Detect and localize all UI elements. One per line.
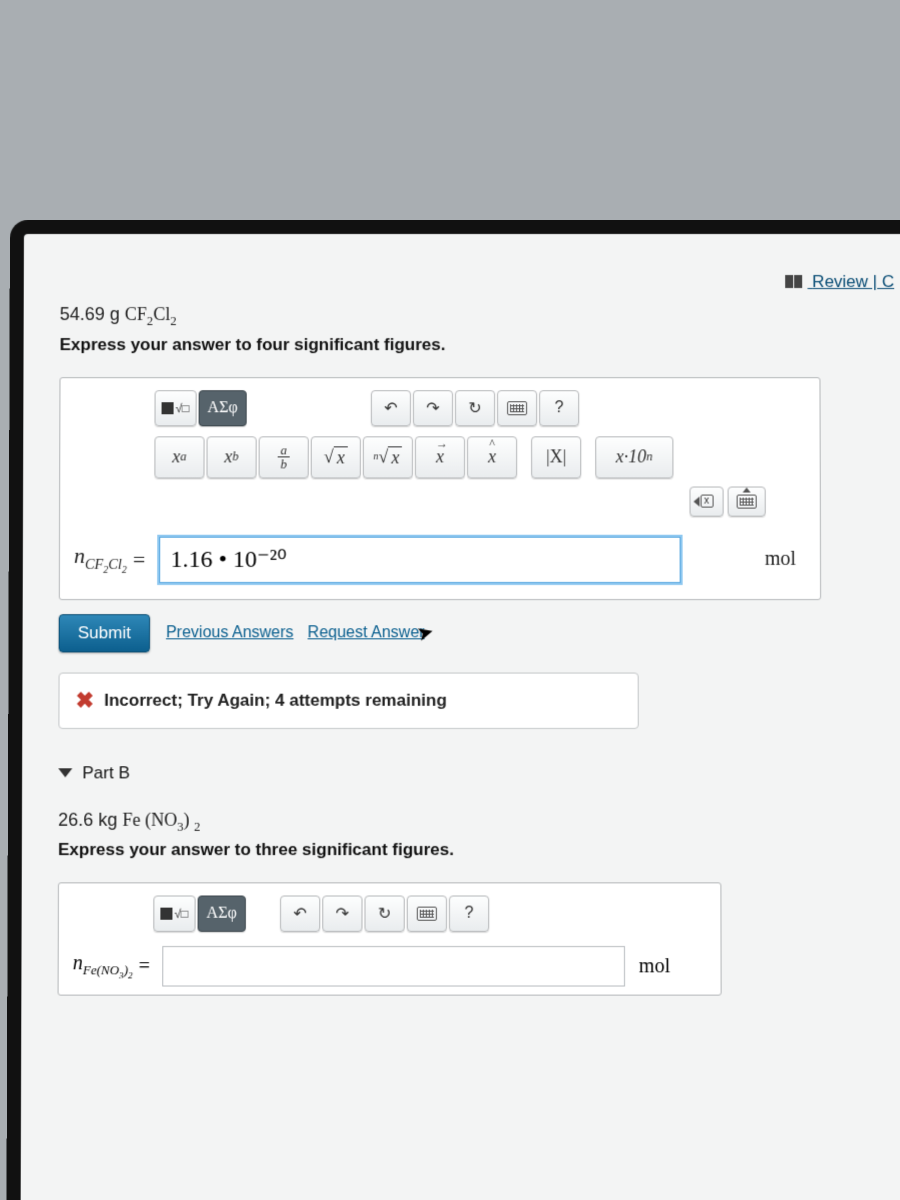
feedback-text: Incorrect; Try Again; 4 attempts remaini… [104,690,447,710]
backspace-button[interactable]: x [689,486,723,516]
request-answer-link[interactable]: Request Answer [308,624,425,642]
feedback-box: ✖ Incorrect; Try Again; 4 attempts remai… [58,672,638,728]
templates-button[interactable]: ΑΣφ [198,390,246,426]
nth-root-button[interactable]: n√x [363,436,413,478]
partA-instruction: Express your answer to four significant … [60,335,900,355]
reset-button-B[interactable]: ↻ [364,896,404,932]
scientific-notation-button[interactable]: x·10n [595,436,673,478]
partB-given: 26.6 kg Fe (NO3) 2 [58,809,900,834]
vector-button[interactable]: x→ [415,436,465,478]
keyboard-icon [507,401,527,415]
partA-given: 54.69 g CF2Cl2 [60,304,900,329]
flag-icon [786,273,804,293]
reset-button[interactable]: ↻ [455,390,495,426]
submit-button[interactable]: Submit [59,614,150,652]
unit-label-A: mol [765,548,806,571]
absolute-value-button[interactable]: |X| [531,436,581,478]
review-link[interactable]: Review | C [786,272,895,293]
previous-answers-link[interactable]: Previous Answers [166,624,294,642]
redo-button-B[interactable]: ↷ [322,896,362,932]
help-button[interactable]: ? [539,390,579,426]
incorrect-icon: ✖ [76,687,95,713]
variable-label-A: nCF2Cl2 [74,543,127,575]
undo-button[interactable]: ↶ [371,390,411,426]
rect-select-button[interactable]: √□ [155,390,197,426]
answer-input-B[interactable] [162,946,625,986]
partB-instruction: Express your answer to three significant… [58,840,900,860]
keyboard-up-icon [737,494,757,508]
equals-sign: = [133,546,146,572]
superscript-button[interactable]: xa [154,436,204,478]
review-link-text: Review | C [812,272,894,291]
cursor-icon: ➤ [414,618,437,647]
rect-select-button-B[interactable]: √□ [153,896,195,932]
keyboard-up-button[interactable] [728,486,766,516]
keyboard-button-B[interactable] [407,896,447,932]
fraction-button[interactable]: ab [259,436,309,478]
partB-title: Part B [82,763,130,783]
variable-label-B: nFe(NO3)2 [73,953,133,981]
app-window: Review | C 54.69 g CF2Cl2 Express your a… [7,220,900,1200]
help-button-B[interactable]: ? [449,896,489,932]
equation-editor-A: √□ ΑΣφ ↶ ↷ ↻ ? xa xb ab √x n√x x→ x^ [59,377,821,600]
hat-button[interactable]: x^ [467,436,517,478]
equation-editor-B: √□ ΑΣφ ↶ ↷ ↻ ? nFe(NO3)2 = mol [58,883,722,996]
redo-button[interactable]: ↷ [413,390,453,426]
equals-sign-B: = [139,955,150,978]
unit-label-B: mol [639,955,680,978]
keyboard-icon [417,907,437,921]
partB-collapse-toggle[interactable] [58,768,72,777]
answer-input-A[interactable] [159,536,680,582]
templates-button-B[interactable]: ΑΣφ [197,896,245,932]
undo-button-B[interactable]: ↶ [280,896,320,932]
backspace-icon: x [700,495,713,508]
sqrt-button[interactable]: √x [311,436,361,478]
keyboard-button[interactable] [497,390,537,426]
subscript-button[interactable]: xb [206,436,256,478]
